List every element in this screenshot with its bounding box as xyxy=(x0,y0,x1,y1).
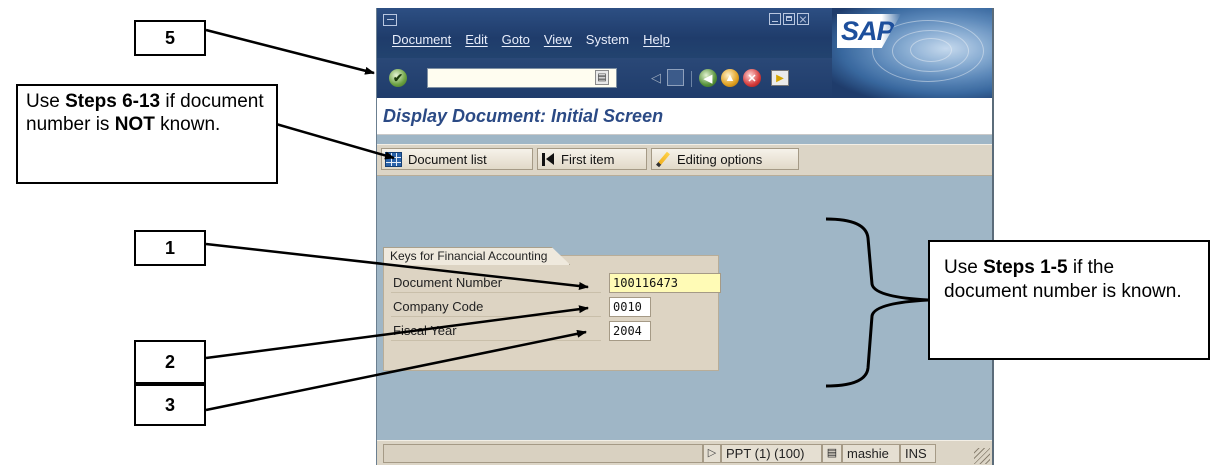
company-code-label: Company Code xyxy=(391,297,601,317)
arrow-5 xyxy=(205,28,375,75)
cancel-icon[interactable]: ✕ xyxy=(743,69,761,87)
status-list-icon[interactable]: ▤ xyxy=(822,444,842,463)
document-number-label: Document Number xyxy=(391,273,601,293)
command-history-icon[interactable]: ▤ xyxy=(595,70,609,85)
step-2-label: 2 xyxy=(134,340,206,384)
system-menu-icon[interactable] xyxy=(383,14,397,26)
first-item-label: First item xyxy=(561,151,615,167)
collapse-icon[interactable]: ◁ xyxy=(651,70,661,86)
fiscal-year-label: Fiscal Year xyxy=(391,321,601,341)
fiscal-year-row: Fiscal Year 2004 xyxy=(391,321,721,341)
screen-title-area: Display Document: Initial Screen xyxy=(377,98,992,135)
menu-view[interactable]: View xyxy=(537,30,579,50)
company-code-row: Company Code 0010 xyxy=(391,297,721,317)
status-message xyxy=(383,444,703,463)
note-steps-6-13: Use Steps 6-13 if document number is NOT… xyxy=(16,84,278,184)
status-mode[interactable]: INS xyxy=(900,444,936,463)
status-bar: ▷ PPT (1) (100) ▤ mashie INS xyxy=(377,440,992,465)
sap-window: Document Edit Goto View System Help ▤ ◁ … xyxy=(376,8,994,465)
first-item-icon xyxy=(541,152,555,167)
save-icon[interactable] xyxy=(667,69,684,86)
step-3-label: 3 xyxy=(134,384,206,426)
window-controls xyxy=(769,13,809,25)
maximize-icon[interactable] xyxy=(783,13,795,25)
command-field[interactable] xyxy=(427,68,617,88)
menu-edit[interactable]: Edit xyxy=(458,30,494,50)
status-expand-icon[interactable]: ▷ xyxy=(703,444,721,463)
editing-options-label: Editing options xyxy=(677,151,763,167)
minimize-icon[interactable] xyxy=(769,13,781,25)
document-list-icon xyxy=(385,151,402,167)
menu-help[interactable]: Help xyxy=(636,30,677,50)
editing-options-button[interactable]: Editing options xyxy=(651,148,799,170)
fiscal-year-field[interactable]: 2004 xyxy=(609,321,651,341)
document-number-field[interactable]: 100116473 xyxy=(609,273,721,293)
menu-bar: Document Edit Goto View System Help xyxy=(385,30,677,50)
exit-icon[interactable]: ▲ xyxy=(721,69,739,87)
document-list-button[interactable]: Document list xyxy=(381,148,533,170)
status-system[interactable]: PPT (1) (100) xyxy=(721,444,822,463)
first-item-button[interactable]: First item xyxy=(537,148,647,170)
status-user: mashie xyxy=(842,444,900,463)
menu-goto[interactable]: Goto xyxy=(495,30,537,50)
document-number-row: Document Number 100116473 xyxy=(391,273,721,293)
menu-system[interactable]: System xyxy=(579,30,636,50)
back-icon[interactable]: ◀ xyxy=(699,69,717,87)
pencil-icon xyxy=(655,152,671,167)
document-list-label: Document list xyxy=(408,151,487,167)
step-1-label: 1 xyxy=(134,230,206,266)
company-code-field[interactable]: 0010 xyxy=(609,297,651,317)
enter-icon[interactable] xyxy=(389,69,407,87)
close-icon[interactable] xyxy=(797,13,809,25)
page-title: Display Document: Initial Screen xyxy=(383,106,664,126)
note-steps-1-5: Use Steps 1-5 if the document number is … xyxy=(928,240,1210,360)
step-5-label: 5 xyxy=(134,20,206,56)
separator xyxy=(691,71,692,87)
application-toolbar: Document list First item Editing options xyxy=(377,144,992,176)
resize-grip-icon[interactable] xyxy=(974,448,990,464)
group-title: Keys for Financial Accounting xyxy=(383,247,571,265)
print-icon[interactable]: ▶ xyxy=(771,70,789,86)
menu-document[interactable]: Document xyxy=(385,30,458,50)
